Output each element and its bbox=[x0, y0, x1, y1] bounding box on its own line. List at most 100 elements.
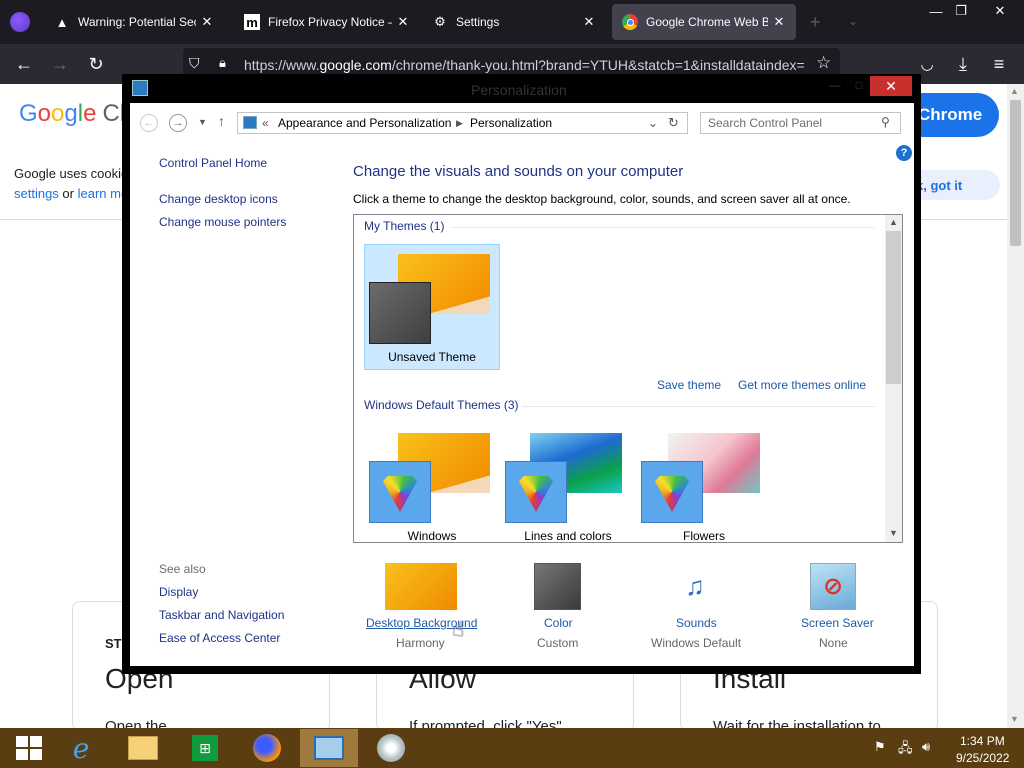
windows-logo-icon bbox=[16, 736, 42, 760]
address-bar[interactable]: « Appearance and Personalization ▶ Perso… bbox=[237, 112, 688, 134]
sounds-icon[interactable]: ♫ bbox=[670, 563, 720, 610]
close-icon[interactable]: ✕ bbox=[396, 14, 410, 30]
new-tab-button[interactable]: + bbox=[810, 12, 821, 33]
back-arrow-icon[interactable]: ← bbox=[12, 52, 36, 76]
close-window-button[interactable]: ✕ bbox=[870, 76, 912, 96]
control-panel-home-link[interactable]: Control Panel Home bbox=[159, 156, 267, 170]
tab-settings[interactable]: ⚙ Settings ✕ bbox=[422, 4, 606, 40]
change-desktop-icons-link[interactable]: Change desktop icons bbox=[159, 192, 278, 206]
tab-privacy-notice[interactable]: m Firefox Privacy Notice — Mozilla ✕ bbox=[234, 4, 420, 40]
firefox-menu-icon[interactable] bbox=[10, 12, 30, 32]
start-button[interactable] bbox=[0, 729, 58, 767]
color-link[interactable]: Color bbox=[544, 616, 573, 630]
get-more-themes-link[interactable]: Get more themes online bbox=[738, 378, 866, 392]
scroll-down-icon[interactable]: ▼ bbox=[889, 528, 898, 538]
theme-name: Windows bbox=[407, 529, 457, 543]
themes-scroll-thumb[interactable] bbox=[886, 231, 901, 384]
recent-pages-chevron-icon[interactable]: ▼ bbox=[198, 117, 207, 127]
screen-saver-icon[interactable]: ⊘ bbox=[810, 563, 856, 610]
breadcrumb-overflow[interactable]: « bbox=[262, 116, 269, 130]
control-panel-app-icon[interactable] bbox=[132, 80, 148, 96]
steps-heading: ST bbox=[105, 636, 122, 651]
mozilla-icon: m bbox=[244, 14, 260, 30]
maximize-icon[interactable]: □ bbox=[856, 80, 863, 92]
close-icon[interactable]: ✕ bbox=[772, 14, 786, 30]
reload-icon[interactable]: ↻ bbox=[84, 52, 108, 76]
taskbar-navigation-link[interactable]: Taskbar and Navigation bbox=[159, 608, 284, 622]
learn-more-link[interactable]: learn mo bbox=[78, 186, 129, 201]
firefox-icon[interactable] bbox=[238, 729, 296, 767]
breadcrumb-personalization[interactable]: Personalization bbox=[470, 116, 552, 130]
group-divider bbox=[452, 227, 875, 228]
google-logo: Google Ch bbox=[19, 100, 134, 127]
search-field[interactable]: Search Control Panel ⚲ bbox=[700, 112, 901, 134]
close-icon[interactable]: ✕ bbox=[582, 14, 596, 30]
color-fan-icon bbox=[516, 476, 556, 512]
minimize-icon[interactable]: — bbox=[830, 80, 841, 92]
scroll-up-icon[interactable]: ▲ bbox=[1010, 86, 1019, 96]
clock-time[interactable]: 1:34 PM bbox=[960, 734, 1005, 748]
hand-cursor-icon: ☝ bbox=[452, 619, 465, 641]
chevron-down-icon[interactable]: ⌄ bbox=[648, 116, 658, 130]
gear-icon: ⚙ bbox=[434, 14, 446, 29]
theme-name: Flowers bbox=[682, 529, 725, 543]
change-mouse-pointers-link[interactable]: Change mouse pointers bbox=[159, 215, 286, 229]
tab-title: Warning: Potential Security Risk Ahead bbox=[78, 15, 196, 29]
window-title: Personalization bbox=[471, 82, 567, 98]
tab-google-chrome[interactable]: Google Chrome Web Browser ✕ bbox=[612, 4, 796, 40]
restore-icon[interactable]: ❐ bbox=[946, 0, 976, 22]
download-chrome-button[interactable]: Chrome bbox=[910, 93, 999, 137]
color-fan-icon bbox=[652, 476, 692, 512]
action-center-flag-icon[interactable]: ⚑ bbox=[874, 739, 886, 755]
search-icon[interactable]: ⚲ bbox=[881, 115, 890, 129]
desktop-background-value: Harmony bbox=[396, 636, 445, 650]
tab-security-warning[interactable]: ▲ Warning: Potential Security Risk Ahead… bbox=[44, 4, 224, 40]
volume-icon[interactable]: 🔊︎ bbox=[922, 739, 930, 755]
download-icon[interactable]: ⤓ bbox=[951, 52, 975, 76]
page-description: Click a theme to change the desktop back… bbox=[353, 192, 851, 206]
cookie-links: settings or learn mo bbox=[14, 186, 129, 201]
sounds-link[interactable]: Sounds bbox=[676, 616, 717, 630]
desktop-background-icon[interactable] bbox=[385, 563, 457, 610]
page-scroll-thumb[interactable] bbox=[1010, 100, 1021, 246]
tracking-shield-icon[interactable]: ⛉ bbox=[189, 55, 200, 72]
scroll-up-icon[interactable]: ▲ bbox=[889, 217, 898, 227]
help-icon[interactable]: ? bbox=[896, 145, 912, 161]
lock-icon[interactable]: 🔒︎ bbox=[219, 55, 226, 71]
pocket-icon[interactable]: ◡ bbox=[915, 52, 939, 76]
back-arrow-icon[interactable]: ← bbox=[140, 114, 158, 132]
forward-arrow-icon[interactable]: → bbox=[48, 52, 72, 76]
forward-arrow-icon[interactable]: → bbox=[169, 114, 187, 132]
store-icon[interactable]: ⊞ bbox=[176, 729, 234, 767]
url-text[interactable]: https://www.google.com/chrome/thank-you.… bbox=[244, 57, 814, 73]
control-panel-taskbar-icon[interactable] bbox=[300, 729, 358, 767]
sounds-value: Windows Default bbox=[651, 636, 742, 650]
close-icon[interactable]: ✕ bbox=[200, 14, 214, 30]
media-center-icon[interactable] bbox=[362, 729, 420, 767]
breadcrumb-appearance[interactable]: Appearance and Personalization bbox=[278, 116, 451, 130]
cookie-settings-link[interactable]: settings bbox=[14, 186, 59, 201]
ok-got-it-button[interactable]: k, got it bbox=[910, 170, 1000, 200]
close-window-icon[interactable]: ✕ bbox=[985, 0, 1015, 22]
file-explorer-icon[interactable] bbox=[114, 729, 172, 767]
browser-tab-bar: ▲ Warning: Potential Security Risk Ahead… bbox=[0, 0, 1024, 44]
internet-explorer-icon[interactable]: e bbox=[52, 729, 110, 767]
bookmark-star-icon[interactable]: ☆ bbox=[816, 53, 831, 73]
network-icon[interactable]: 🖧︎ bbox=[898, 739, 913, 761]
screen-saver-value: None bbox=[819, 636, 848, 650]
up-arrow-icon[interactable]: ↑ bbox=[218, 113, 225, 129]
my-themes-label: My Themes (1) bbox=[364, 219, 445, 233]
theme-color-swatch bbox=[641, 461, 703, 523]
color-icon[interactable] bbox=[534, 563, 581, 610]
list-tabs-icon[interactable]: ⌄ bbox=[848, 14, 858, 28]
breadcrumb-separator-icon: ▶ bbox=[456, 118, 463, 128]
scroll-down-icon[interactable]: ▼ bbox=[1010, 714, 1019, 724]
save-theme-link[interactable]: Save theme bbox=[657, 378, 721, 392]
ease-of-access-link[interactable]: Ease of Access Center bbox=[159, 631, 280, 645]
clock-date[interactable]: 9/25/2022 bbox=[956, 751, 1009, 765]
screen-saver-link[interactable]: Screen Saver bbox=[801, 616, 874, 630]
refresh-icon[interactable]: ↻ bbox=[668, 115, 679, 131]
menu-icon[interactable]: ≡ bbox=[987, 52, 1011, 76]
color-fan-icon bbox=[380, 476, 420, 512]
display-link[interactable]: Display bbox=[159, 585, 198, 599]
